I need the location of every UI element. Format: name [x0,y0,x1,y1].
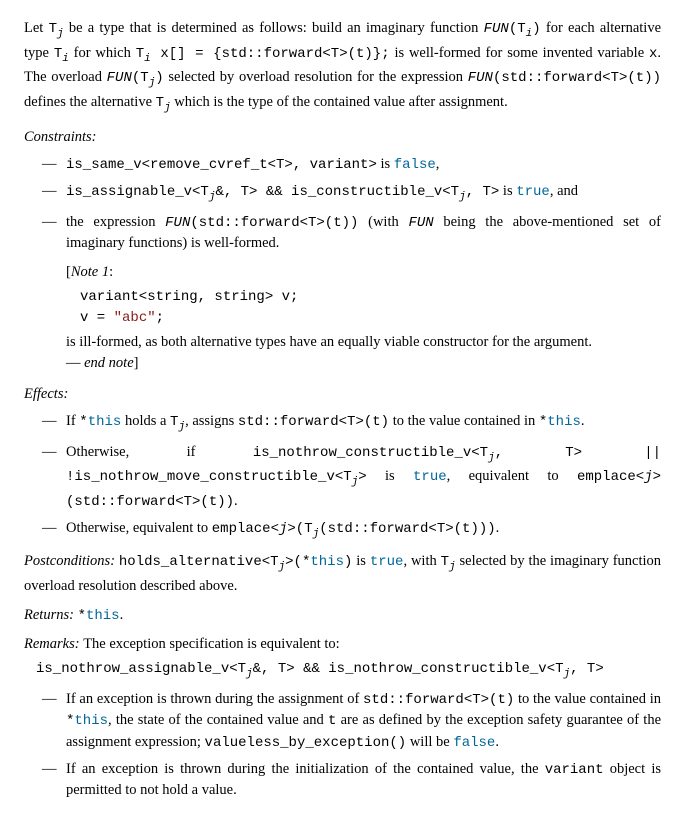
constraint-item: is_same_v<remove_cvref_t<T>, variant> is… [42,154,661,175]
postconditions: Postconditions: holds_alternative<Tj>(*t… [24,551,661,597]
effect-item: Otherwise, equivalent to emplace<j>(Tj(s… [42,518,661,543]
remarks: Remarks: The exception specification is … [24,634,661,655]
effects-list: If *this holds a Tj, assigns std::forwar… [42,411,661,543]
note-block: [Note 1: variant<string, string> v; v = … [66,262,661,374]
constraint-item: is_assignable_v<Tj&, T> && is_constructi… [42,181,661,206]
remark-item: If an exception is thrown during the ass… [42,689,661,753]
remarks-list: If an exception is thrown during the ass… [42,689,661,801]
remarks-spec: is_nothrow_assignable_v<Tj&, T> && is_no… [36,659,661,683]
note-code: variant<string, string> v; v = "abc"; [80,287,661,328]
effect-item: If *this holds a Tj, assigns std::forwar… [42,411,661,436]
effects-label: Effects: [24,384,661,405]
returns: Returns: *this. [24,605,661,626]
constraints-list: is_same_v<remove_cvref_t<T>, variant> is… [42,154,661,254]
constraint-item: the expression FUN(std::forward<T>(t)) (… [42,212,661,254]
effect-item: Otherwise, if is_nothrow_constructible_v… [42,442,661,513]
note-text: is ill-formed, as both alternative types… [66,332,661,374]
constraints-label: Constraints: [24,127,661,148]
intro-paragraph: Let Tj be a type that is determined as f… [24,18,661,117]
remark-item: If an exception is thrown during the ini… [42,759,661,801]
